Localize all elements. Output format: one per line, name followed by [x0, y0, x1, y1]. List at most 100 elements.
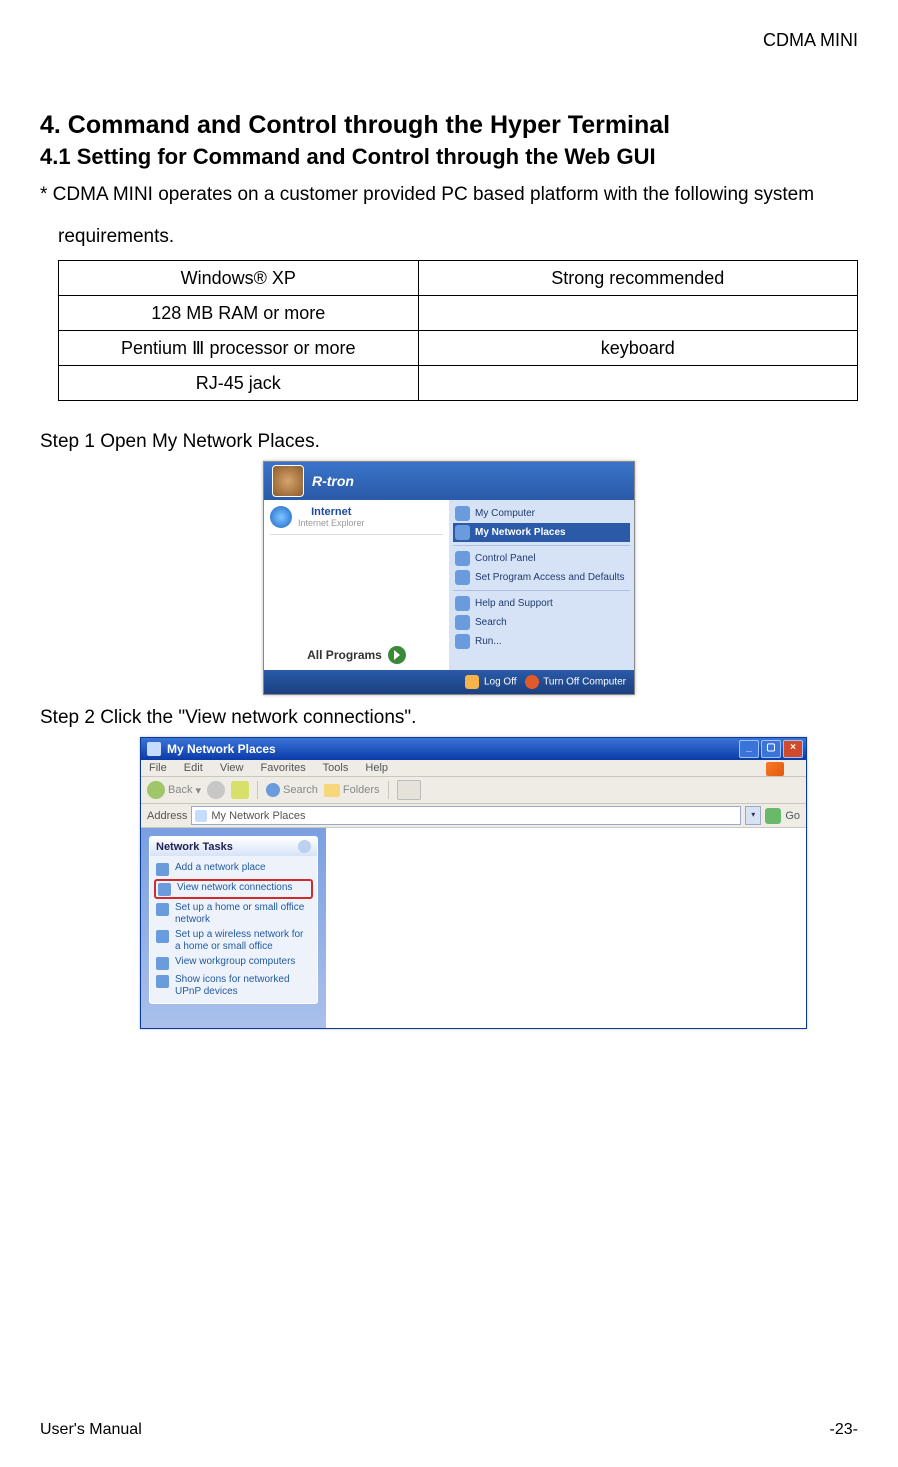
start-item-help[interactable]: Help and Support	[453, 594, 630, 613]
task-view-workgroup[interactable]: View workgroup computers	[156, 954, 311, 972]
add-place-icon	[156, 863, 169, 876]
back-icon	[147, 781, 165, 799]
start-item-control-panel[interactable]: Control Panel	[453, 549, 630, 568]
menu-view[interactable]: View	[220, 762, 244, 774]
forward-button[interactable]	[207, 781, 225, 799]
separator	[453, 590, 630, 591]
task-view-network-connections[interactable]: View network connections	[154, 879, 313, 899]
all-programs-label: All Programs	[307, 648, 382, 662]
user-avatar-icon	[272, 465, 304, 497]
folders-label: Folders	[343, 784, 380, 796]
power-icon	[525, 675, 539, 689]
network-tasks-panel: Network Tasks Add a network place View n…	[149, 836, 318, 1004]
search-icon	[266, 783, 280, 797]
task-label: Set up a wireless network for a home or …	[175, 929, 311, 952]
views-button[interactable]	[397, 780, 421, 800]
ie-label: Internet	[298, 507, 365, 518]
up-button[interactable]	[231, 781, 249, 799]
req-cell	[418, 366, 857, 401]
start-item-internet[interactable]: Internet Internet Explorer	[270, 506, 443, 535]
close-button[interactable]: ×	[783, 740, 803, 758]
turnoff-label: Turn Off Computer	[543, 677, 626, 688]
ie-sublabel: Internet Explorer	[298, 518, 365, 528]
task-label: Set up a home or small office network	[175, 902, 311, 925]
back-label: Back	[168, 784, 192, 796]
all-programs-button[interactable]: All Programs	[270, 646, 443, 664]
content-area	[326, 828, 806, 1028]
req-cell: 128 MB RAM or more	[59, 296, 419, 331]
figure-2: My Network Places _ ▢ × File Edit View F…	[140, 737, 858, 1029]
folders-button[interactable]: Folders	[324, 784, 380, 797]
start-item-label: My Network Places	[475, 527, 566, 539]
address-label: Address	[147, 810, 187, 822]
menu-favorites[interactable]: Favorites	[261, 762, 306, 774]
arrow-right-icon	[388, 646, 406, 664]
figure-1: R-tron Internet Internet Explorer All Pr…	[40, 461, 858, 695]
req-cell: Pentium Ⅲ processor or more	[59, 331, 419, 366]
separator	[257, 781, 258, 799]
footer-page-number: -23-	[830, 1421, 858, 1439]
req-cell: Strong recommended	[418, 261, 857, 296]
search-label: Search	[283, 784, 318, 796]
start-item-program-access[interactable]: Set Program Access and Defaults	[453, 568, 630, 587]
run-icon	[455, 634, 470, 649]
start-item-run[interactable]: Run...	[453, 632, 630, 651]
task-label: Add a network place	[175, 862, 266, 874]
start-item-label: Control Panel	[475, 553, 536, 565]
table-row: Pentium Ⅲ processor or more keyboard	[59, 331, 858, 366]
task-home-office-network[interactable]: Set up a home or small office network	[156, 900, 311, 927]
menu-file[interactable]: File	[149, 762, 167, 774]
back-button[interactable]: Back ▾	[147, 781, 201, 799]
footer-left: User's Manual	[40, 1421, 142, 1439]
workgroup-icon	[156, 957, 169, 970]
home-network-icon	[156, 903, 169, 916]
task-add-network-place[interactable]: Add a network place	[156, 860, 311, 878]
wireless-icon	[156, 930, 169, 943]
window-title: My Network Places	[167, 742, 276, 756]
task-label: View network connections	[177, 882, 292, 894]
separator	[388, 781, 389, 799]
menu-help[interactable]: Help	[365, 762, 388, 774]
task-label: Show icons for networked UPnP devices	[175, 974, 311, 997]
turnoff-button[interactable]: Turn Off Computer	[525, 675, 626, 689]
step-2: Step 2 Click the "View network connectio…	[40, 707, 858, 729]
help-icon	[455, 596, 470, 611]
start-item-label: Run...	[475, 636, 502, 648]
menu-bar: File Edit View Favorites Tools Help	[141, 760, 806, 777]
start-item-my-network-places[interactable]: My Network Places	[453, 523, 630, 542]
upnp-icon	[156, 975, 169, 988]
start-item-label: My Computer	[475, 508, 535, 520]
start-item-search[interactable]: Search	[453, 613, 630, 632]
req-cell: RJ-45 jack	[59, 366, 419, 401]
logoff-label: Log Off	[484, 677, 517, 688]
maximize-button[interactable]: ▢	[761, 740, 781, 758]
menu-edit[interactable]: Edit	[184, 762, 203, 774]
separator	[453, 545, 630, 546]
search-icon	[455, 615, 470, 630]
minimize-button[interactable]: _	[739, 740, 759, 758]
search-button[interactable]: Search	[266, 783, 318, 797]
collapse-icon[interactable]	[298, 840, 311, 853]
windows-flag-icon	[766, 762, 784, 776]
intro-text-line1: * CDMA MINI operates on a customer provi…	[40, 176, 858, 214]
task-show-upnp[interactable]: Show icons for networked UPnP devices	[156, 972, 311, 999]
task-wireless-network[interactable]: Set up a wireless network for a home or …	[156, 927, 311, 954]
address-dropdown[interactable]: ▾	[745, 806, 761, 825]
ie-icon	[270, 506, 292, 528]
program-access-icon	[455, 570, 470, 585]
requirements-table: Windows® XP Strong recommended 128 MB RA…	[58, 260, 858, 401]
panel-title: Network Tasks	[156, 841, 233, 853]
start-item-label: Set Program Access and Defaults	[475, 572, 625, 584]
intro-text-line2: requirements.	[58, 218, 858, 256]
table-row: RJ-45 jack	[59, 366, 858, 401]
address-input[interactable]: My Network Places	[191, 806, 741, 825]
start-item-my-computer[interactable]: My Computer	[453, 504, 630, 523]
user-name: R-tron	[312, 473, 354, 489]
header-product: CDMA MINI	[40, 30, 858, 51]
subsection-title: 4.1 Setting for Command and Control thro…	[40, 144, 858, 170]
menu-tools[interactable]: Tools	[323, 762, 349, 774]
go-button[interactable]	[765, 808, 781, 824]
start-menu-header: R-tron	[264, 462, 634, 500]
logoff-button[interactable]: Log Off	[465, 675, 516, 689]
network-connections-icon	[158, 883, 171, 896]
